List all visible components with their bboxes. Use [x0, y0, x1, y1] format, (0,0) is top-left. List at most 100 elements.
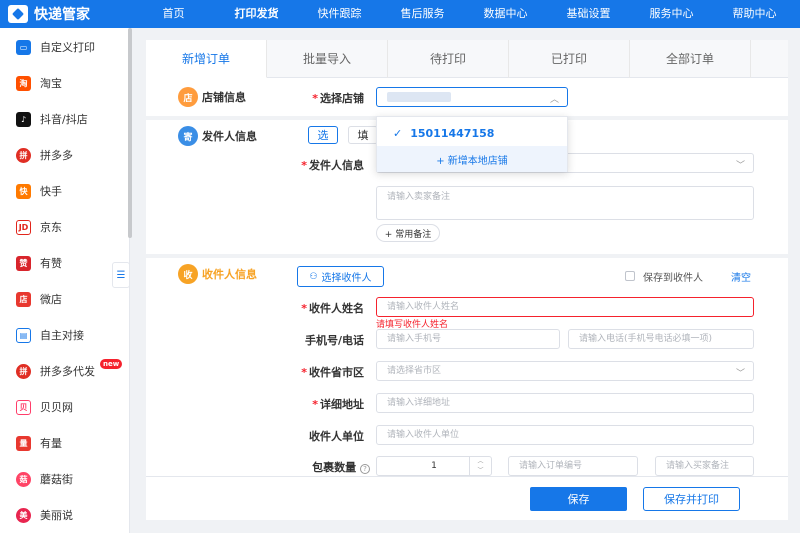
meilishuo-icon: 美 — [16, 507, 31, 523]
shop-section: 店 店铺信息 * 选择店铺 ︿ — [146, 78, 788, 116]
sidebar-item-label: 拼多多代发 — [40, 365, 95, 378]
shop-select-label: * 选择店铺 — [312, 92, 364, 105]
sidebar-item-pinduoduo[interactable]: 拼 拼多多 — [0, 140, 128, 170]
sidebar-item-beibei[interactable]: 贝 贝贝网 — [0, 392, 128, 422]
tab-batch-import[interactable]: 批量导入 — [267, 40, 388, 78]
pinduoduo-icon: 拼 — [16, 147, 31, 163]
kuaishou-icon: 快 — [16, 183, 31, 199]
receiver-badge-icon: 收 — [178, 264, 198, 284]
sidebar-item-youzan[interactable]: 赞 有赞 — [0, 248, 128, 278]
sidebar-item-mogujie[interactable]: 菇 蘑菇街 — [0, 464, 128, 494]
nav-data-center[interactable]: 数据中心 — [464, 0, 547, 28]
sidebar-item-meilishuo[interactable]: 美 美丽说 — [0, 500, 128, 530]
sidebar-item-label: 快手 — [40, 185, 62, 198]
package-quantity-stepper[interactable]: 1 ︿ ﹀ — [376, 456, 492, 476]
address-input[interactable]: 请输入详细地址 — [376, 393, 754, 413]
sidebar-item-label: 抖音/抖店 — [40, 113, 88, 126]
sidebar-item-taobao[interactable]: 淘 淘宝 — [0, 68, 128, 98]
select-receiver-button[interactable]: ⚇ 选择收件人 — [297, 266, 384, 287]
collapse-sidebar-icon[interactable]: ☰ — [112, 262, 130, 288]
sidebar-item-label: 自定义打印 — [40, 41, 95, 54]
chevron-up-icon: ︿ — [549, 95, 559, 105]
shop-select[interactable]: ︿ — [376, 87, 568, 107]
nav-help-center[interactable]: 帮助中心 — [713, 0, 796, 28]
main-content: 新增订单 批量导入 待打印 已打印 全部订单 店 店铺信息 * 选择店铺 ︿ 寄 … — [146, 40, 788, 533]
help-icon[interactable]: ? — [360, 464, 370, 474]
app-logo[interactable]: 快递管家 — [0, 0, 132, 28]
order-number-input[interactable]: 请输入订单编号 — [508, 456, 638, 476]
tab-all-orders[interactable]: 全部订单 — [630, 40, 751, 78]
nav-print-ship[interactable]: 打印发货 — [215, 0, 298, 28]
pinduoduo-daifa-icon: 拼 — [16, 363, 31, 379]
sender-badge-icon: 寄 — [178, 126, 198, 146]
new-badge: new — [100, 359, 123, 369]
custom-print-icon: ▭ — [16, 39, 31, 55]
sidebar-item-label: 京东 — [40, 221, 62, 234]
section-title-text: 发件人信息 — [202, 130, 257, 143]
shop-dropdown: ✓ 15011447158 + 新增本地店铺 — [376, 116, 568, 172]
telephone-input[interactable]: 请输入电话(手机号电话必填一项) — [568, 329, 754, 349]
add-local-shop-option[interactable]: + 新增本地店铺 — [377, 146, 567, 172]
nav-tracking[interactable]: 快件跟踪 — [298, 0, 381, 28]
sender-section-title: 寄 发件人信息 — [178, 126, 257, 146]
nav-service-center[interactable]: 服务中心 — [630, 0, 713, 28]
nav-settings[interactable]: 基础设置 — [547, 0, 630, 28]
stepper-arrows-icon[interactable]: ︿ ﹀ — [469, 457, 491, 475]
tab-pending-print[interactable]: 待打印 — [388, 40, 509, 78]
sidebar-item-label: 有量 — [40, 437, 62, 450]
sidebar-item-douyin[interactable]: ♪ 抖音/抖店 — [0, 104, 128, 134]
sidebar-item-self-connect[interactable]: ▤ 自主对接 — [0, 320, 128, 350]
seller-remark-input[interactable]: 请输入卖家备注 — [376, 186, 754, 220]
sidebar-item-label: 有赞 — [40, 257, 62, 270]
receiver-section-title: 收 收件人信息 — [178, 264, 257, 284]
chevron-down-icon: ﹀ — [735, 369, 745, 379]
sidebar-item-label: 蘑菇街 — [40, 473, 73, 486]
clear-link[interactable]: 清空 — [731, 269, 751, 284]
sidebar-item-custom-print[interactable]: ▭ 自定义打印 — [0, 32, 128, 62]
sidebar-item-label: 自主对接 — [40, 329, 84, 342]
logo-icon — [8, 5, 28, 23]
weidian-icon: 店 — [16, 291, 31, 307]
nav-after-sales[interactable]: 售后服务 — [381, 0, 464, 28]
receiver-name-label: * 收件人姓名 — [301, 302, 364, 315]
phone-label: 手机号/电话 — [304, 334, 364, 347]
common-remark-button[interactable]: + 常用备注 — [376, 224, 440, 242]
save-button[interactable]: 保存 — [530, 487, 627, 511]
sidebar-scrollbar[interactable] — [128, 28, 132, 238]
sidebar-item-weidian[interactable]: 店 微店 — [0, 284, 128, 314]
app-title: 快递管家 — [34, 7, 90, 23]
buyer-remark-input[interactable]: 请输入买家备注 — [655, 456, 754, 476]
sidebar-item-pinduoduo-daifa[interactable]: 拼 拼多多代发 new — [0, 356, 128, 386]
sender-select-button[interactable]: 选 — [308, 126, 338, 144]
sidebar-item-jd[interactable]: JD 京东 — [0, 212, 128, 242]
sidebar-item-label: 贝贝网 — [40, 401, 73, 414]
save-to-receiver-checkbox[interactable] — [625, 271, 635, 281]
receiver-name-input[interactable]: 请输入收件人姓名 — [376, 297, 754, 317]
footer-actions: 保存 保存并打印 — [146, 476, 788, 520]
sidebar-item-label: 淘宝 — [40, 77, 62, 90]
save-to-receiver-label: 保存到收件人 — [643, 273, 703, 284]
sender-fill-button[interactable]: 填 — [348, 126, 378, 144]
nav-home[interactable]: 首页 — [132, 0, 215, 28]
sidebar-item-youliang[interactable]: 量 有量 — [0, 428, 128, 458]
sidebar-item-kuaishou[interactable]: 快 快手 — [0, 176, 128, 206]
mobile-input[interactable]: 请输入手机号 — [376, 329, 560, 349]
chevron-down-icon: ﹀ — [735, 161, 745, 171]
region-select[interactable]: 请选择省市区 ﹀ — [376, 361, 754, 381]
shop-option-label: 15011447158 — [410, 126, 495, 140]
company-input[interactable]: 请输入收件人单位 — [376, 425, 754, 445]
region-placeholder: 请选择省市区 — [387, 366, 442, 376]
section-title-text: 店铺信息 — [202, 91, 246, 104]
tab-printed[interactable]: 已打印 — [509, 40, 630, 78]
button-label: 选择收件人 — [321, 273, 372, 284]
package-quantity-value: 1 — [431, 461, 437, 471]
top-navbar: 快递管家 首页 打印发货 快件跟踪 售后服务 数据中心 基础设置 服务中心 帮助… — [0, 0, 800, 28]
section-title-text: 收件人信息 — [202, 268, 257, 281]
main-nav: 首页 打印发货 快件跟踪 售后服务 数据中心 基础设置 服务中心 帮助中心 — [132, 0, 796, 28]
save-and-print-button[interactable]: 保存并打印 — [643, 487, 740, 511]
youzan-icon: 赞 — [16, 255, 31, 271]
douyin-icon: ♪ — [16, 111, 31, 127]
shop-option[interactable]: ✓ 15011447158 — [377, 120, 567, 146]
package-label: 包裹数量 ? — [270, 459, 370, 475]
tab-new-order[interactable]: 新增订单 — [146, 40, 267, 78]
